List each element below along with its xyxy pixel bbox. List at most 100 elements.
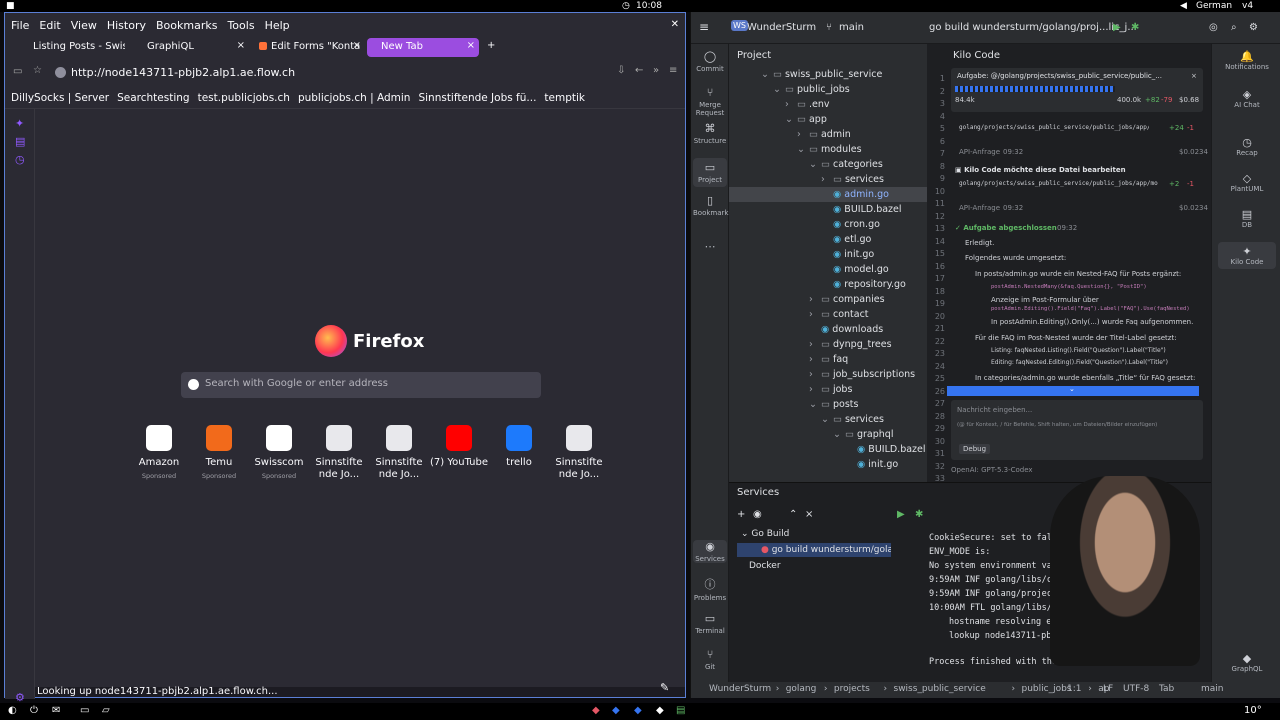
tool-kilo-code[interactable]: ✦ Kilo Code (1218, 242, 1276, 269)
tree-item[interactable]: ◉ repository.go (729, 277, 927, 292)
search-everywhere-icon[interactable]: ⌕ (1231, 22, 1237, 33)
tree-item[interactable]: ⌄ ▭ public_jobs (729, 82, 927, 97)
tool-bookmarks[interactable]: ▯ Bookmarks (693, 194, 732, 217)
folder-icon[interactable]: ▱ (102, 705, 110, 716)
status-enc[interactable]: UTF-8 (1123, 684, 1149, 694)
download-icon[interactable]: ⇩ (617, 65, 625, 76)
tree-item[interactable]: ◉ admin.go (729, 187, 927, 202)
file-path[interactable]: golang/projects/swiss_public_service/pub… (959, 180, 1159, 187)
tool-plantuml[interactable]: ◇ PlantUML (1212, 172, 1280, 193)
history-icon[interactable]: ◷ (15, 153, 25, 166)
main-menu-icon[interactable]: ≡ (699, 20, 709, 34)
tray-icon[interactable]: ◆ (656, 705, 664, 716)
top-site-tile[interactable]: Sinnstifte nde Jo... (370, 425, 428, 481)
mode-selector[interactable]: Debug (959, 444, 991, 454)
synced-tabs-icon[interactable]: ▤ (15, 135, 25, 148)
tree-item[interactable]: ◉ etl.go (729, 232, 927, 247)
tool-structure[interactable]: ⌘ Structure (693, 122, 727, 145)
tool-ai-chat[interactable]: ◈ AI Chat (1212, 88, 1280, 109)
search-input[interactable]: Search with Google or enter address (181, 372, 541, 398)
branch-name[interactable]: main (839, 22, 864, 33)
expand-icon[interactable]: ⌃ (789, 509, 797, 520)
bookmark-item[interactable]: test.publicjobs.ch (198, 92, 290, 104)
settings-icon[interactable]: ⚙ (1249, 22, 1258, 33)
tree-item[interactable]: ⌄ ▭ services (729, 412, 927, 427)
tool-problems[interactable]: ⓘ Problems (693, 576, 727, 602)
top-site-tile[interactable]: Swisscom Sponsored (250, 425, 308, 482)
window-close-icon[interactable]: ✕ (671, 19, 679, 30)
address-bar[interactable]: http://node143711-pbjb2.alp1.ae.flow.ch (55, 63, 615, 83)
tree-item[interactable]: ⌄ ▭ categories (729, 157, 927, 172)
status-branch[interactable]: main (1201, 684, 1224, 694)
customize-icon[interactable]: ✎ (660, 681, 669, 694)
tree-item[interactable]: › ▭ .env (729, 97, 927, 112)
tab-edit-forms[interactable]: Edit Forms "Konta × (255, 38, 365, 57)
mail-icon[interactable]: ✉ (52, 705, 60, 716)
top-site-tile[interactable]: Amazon Sponsored (130, 425, 188, 482)
close-tab-icon[interactable]: × (237, 40, 245, 51)
ai-chat-icon[interactable]: ✦ (15, 117, 24, 130)
back-icon[interactable]: ← (635, 65, 643, 76)
tree-item[interactable]: ⌄ ▭ swiss_public_service (729, 67, 927, 82)
breadcrumb-item[interactable]: projects (834, 684, 870, 694)
tool-services[interactable]: ◉ Services (693, 540, 727, 563)
tool-merge-request[interactable]: ⑂ Merge Request (693, 86, 727, 117)
add-icon[interactable]: + (737, 509, 745, 520)
tree-item[interactable]: ⌄ ▭ posts (729, 397, 927, 412)
system-menu-icon[interactable]: ■ (6, 0, 15, 12)
file-path[interactable]: golang/projects/swiss_public_service/pub… (959, 124, 1149, 131)
top-site-tile[interactable]: Sinnstifte nde Jo... (550, 425, 608, 481)
tray-icon[interactable]: ◆ (592, 705, 600, 716)
tray-icon[interactable]: ◆ (612, 705, 620, 716)
tree-item[interactable]: ⌄ ▭ app (729, 112, 927, 127)
scroll-down-button[interactable]: ⌄ (947, 385, 1199, 396)
top-site-tile[interactable]: trello (490, 425, 548, 469)
status-indent[interactable]: Tab (1159, 684, 1174, 694)
bookmark-item[interactable]: Sinnstiftende Jobs fü... (418, 92, 536, 104)
bookmark-item[interactable]: DillySocks | Server (11, 92, 109, 104)
site-info-icon[interactable] (55, 67, 66, 78)
ai-icon[interactable]: ◎ (1209, 22, 1218, 33)
menu-item-history[interactable]: History (107, 19, 146, 32)
breadcrumb-item[interactable]: swiss_public_service (894, 684, 986, 694)
tool-db[interactable]: ▤ DB (1212, 208, 1280, 229)
tab-graphiql[interactable]: GraphiQL × (129, 38, 249, 57)
run-icon[interactable]: ▶ (1113, 22, 1121, 33)
status-lf[interactable]: LF (1103, 684, 1113, 694)
overflow-menu-icon[interactable]: » (653, 65, 659, 76)
tree-item[interactable]: ◉ model.go (729, 262, 927, 277)
volume-icon[interactable]: ◀ (1180, 0, 1187, 12)
tree-item[interactable]: › ▭ services (729, 172, 927, 187)
breadcrumb-item[interactable]: golang (786, 684, 817, 694)
tray-icon[interactable]: ◆ (634, 705, 642, 716)
docker-item[interactable]: Docker (749, 561, 781, 571)
menu-item-bookmarks[interactable]: Bookmarks (156, 19, 217, 32)
close-icon[interactable]: × (805, 509, 813, 520)
tool-commit[interactable]: ◯ Commit (693, 50, 727, 73)
power-icon[interactable]: ⏻ (30, 705, 38, 716)
tree-item[interactable]: ◉ BUILD.bazel (729, 442, 927, 457)
tool-git[interactable]: ⑂ Git (693, 648, 727, 671)
menu-item-tools[interactable]: Tools (227, 19, 254, 32)
sidebar-toggle-icon[interactable]: ▭ (13, 66, 22, 77)
project-name[interactable]: WunderSturm (747, 22, 816, 33)
top-site-tile[interactable]: Temu Sponsored (190, 425, 248, 482)
tool-recap[interactable]: ◷ Recap (1212, 136, 1280, 157)
breadcrumb-item[interactable]: WunderSturm (709, 684, 771, 694)
go-build-item[interactable]: ⌄ Go Build (741, 529, 789, 539)
new-tab-button[interactable]: + (483, 38, 501, 57)
tree-item[interactable]: › ▭ companies (729, 292, 927, 307)
tree-item[interactable]: › ▭ admin (729, 127, 927, 142)
menu-item-view[interactable]: View (71, 19, 97, 32)
tab-new-tab[interactable]: New Tab × (367, 38, 479, 57)
tool-graphql[interactable]: ◆ GraphQL (1212, 652, 1280, 673)
bookmark-item[interactable]: temptik (544, 92, 585, 104)
tool-notifications[interactable]: 🔔 Notifications (1212, 50, 1280, 71)
more-tools-icon[interactable]: ⋯ (693, 240, 727, 253)
tree-item[interactable]: ◉ cron.go (729, 217, 927, 232)
tree-item[interactable]: ◉ init.go (729, 247, 927, 262)
go-build-run[interactable]: ● go build wundersturm/golan (737, 543, 891, 557)
top-site-tile[interactable]: (7) YouTube (430, 425, 488, 469)
eye-icon[interactable]: ◉ (753, 509, 762, 520)
app-menu-icon[interactable]: ≡ (669, 65, 677, 76)
